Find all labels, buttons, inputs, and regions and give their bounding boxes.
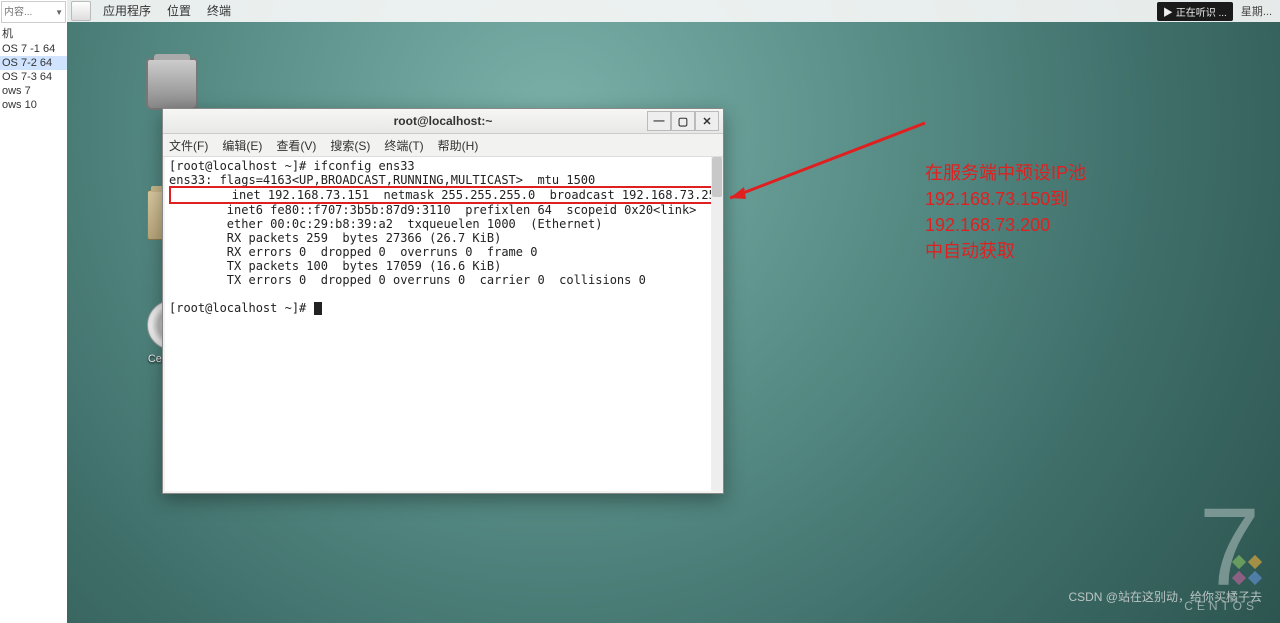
term-line: RX errors 0 dropped 0 overruns 0 frame 0 <box>169 245 537 259</box>
annotation-text: 在服务端中预设IP池 192.168.73.150到 192.168.73.20… <box>925 160 1086 264</box>
annotation-line: 中自动获取 <box>925 238 1086 264</box>
annotation-line: 在服务端中预设IP池 <box>925 160 1086 186</box>
host-item[interactable]: OS 7-2 64 <box>0 56 67 70</box>
scrollbar-thumb[interactable] <box>712 157 722 197</box>
term-line: [root@localhost ~]# ifconfig ens33 <box>169 159 415 173</box>
terminal-menubar: 文件(F) 编辑(E) 查看(V) 搜索(S) 终端(T) 帮助(H) <box>163 134 723 157</box>
status-badge[interactable]: ▶ 正在听识 ... <box>1157 2 1233 21</box>
menu-search[interactable]: 搜索(S) <box>330 137 370 154</box>
host-item[interactable]: OS 7-3 64 <box>0 70 67 84</box>
terminal-window: root@localhost:~ — ▢ ✕ 文件(F) 编辑(E) 查看(V)… <box>162 108 724 494</box>
app-icon[interactable] <box>71 1 91 21</box>
guest-desktop: 应用程序 位置 终端 ▶ 正在听识 ... 星期... 回 主... CentO… <box>67 0 1280 623</box>
host-item[interactable]: ows 7 <box>0 84 67 98</box>
gnome-menubar: 应用程序 位置 终端 ▶ 正在听识 ... 星期... <box>67 0 1280 22</box>
cursor-icon <box>314 302 322 315</box>
annotation-line: 192.168.73.200 <box>925 212 1086 238</box>
annotation-arrow <box>730 113 935 201</box>
minimize-button[interactable]: — <box>647 111 671 131</box>
term-line: TX errors 0 dropped 0 overruns 0 carrier… <box>169 273 646 287</box>
menu-help[interactable]: 帮助(H) <box>438 137 479 154</box>
host-header: 机 <box>0 24 67 42</box>
term-prompt: [root@localhost ~]# <box>169 301 314 315</box>
dropdown-icon[interactable]: ▼ <box>55 8 65 17</box>
window-titlebar[interactable]: root@localhost:~ — ▢ ✕ <box>163 109 723 134</box>
menu-apps[interactable]: 应用程序 <box>95 0 159 22</box>
centos-logo-icon <box>1234 557 1260 583</box>
host-item[interactable]: ows 10 <box>0 98 67 112</box>
vm-host-panel: ▼ 机 OS 7 -1 64 OS 7-2 64 OS 7-3 64 ows 7… <box>0 0 67 623</box>
host-item[interactable]: OS 7 -1 64 <box>0 42 67 56</box>
menu-view[interactable]: 查看(V) <box>276 137 316 154</box>
host-search[interactable]: ▼ <box>1 1 66 23</box>
csdn-watermark: CSDN @站在这别动，给你买橘子去 <box>1068 588 1262 605</box>
menu-terminal[interactable]: 终端(T) <box>384 137 423 154</box>
terminal-body[interactable]: [root@localhost ~]# ifconfig ens33 ens33… <box>165 157 721 491</box>
menu-places[interactable]: 位置 <box>159 0 199 22</box>
highlight-inet-line: inet 192.168.73.151 netmask 255.255.255.… <box>169 186 721 204</box>
close-button[interactable]: ✕ <box>695 111 719 131</box>
term-line: RX packets 259 bytes 27366 (26.7 KiB) <box>169 231 501 245</box>
term-line: ether 00:0c:29:b8:39:a2 txqueuelen 1000 … <box>169 217 602 231</box>
clock: 星期... <box>1241 3 1272 19</box>
term-line: inet6 fe80::f707:3b5b:87d9:3110 prefixle… <box>169 203 696 217</box>
term-line: ens33: flags=4163<UP,BROADCAST,RUNNING,M… <box>169 173 595 187</box>
menu-edit[interactable]: 编辑(E) <box>222 137 262 154</box>
annotation-line: 192.168.73.150到 <box>925 186 1086 212</box>
menu-terminal[interactable]: 终端 <box>199 0 239 22</box>
menu-file[interactable]: 文件(F) <box>169 137 208 154</box>
term-line: TX packets 100 bytes 17059 (16.6 KiB) <box>169 259 501 273</box>
terminal-scrollbar[interactable] <box>711 157 723 491</box>
maximize-button[interactable]: ▢ <box>671 111 695 131</box>
window-title: root@localhost:~ <box>394 114 493 128</box>
host-search-input[interactable] <box>2 6 46 19</box>
